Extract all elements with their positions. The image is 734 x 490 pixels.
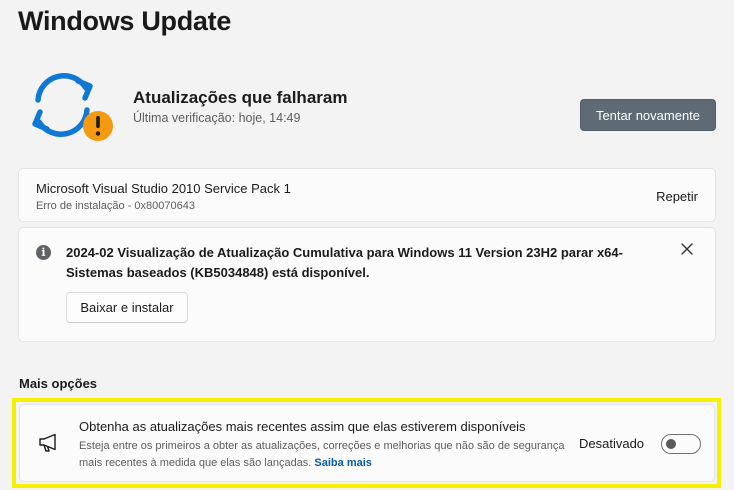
megaphone-icon xyxy=(38,433,60,453)
info-icon: i xyxy=(36,245,51,260)
repeat-link[interactable]: Repetir xyxy=(656,189,698,204)
windows-update-page: Windows Update Atualizações que falharam… xyxy=(0,0,734,490)
status-title: Atualizações que falharam xyxy=(133,88,348,107)
optional-update-text: 2024-02 Visualização de Atualização Cumu… xyxy=(66,245,623,280)
failed-update-error: Erro de instalação - 0x80070643 xyxy=(36,200,195,212)
toggle-knob xyxy=(666,439,676,449)
download-install-button[interactable]: Baixar e instalar xyxy=(66,292,188,323)
option-description: Esteja entre os primeiros a obter as atu… xyxy=(79,438,569,472)
learn-more-link[interactable]: Saiba mais xyxy=(314,457,371,469)
more-options-heading: Mais opções xyxy=(19,376,98,391)
optional-update-banner: i 2024-02 Visualização de Atualização Cu… xyxy=(18,227,716,342)
close-icon[interactable] xyxy=(678,240,696,258)
sync-warning-icon xyxy=(28,66,118,146)
toggle-state-label: Desativado xyxy=(579,436,645,451)
latest-updates-option[interactable]: Obtenha as atualizações mais recentes as… xyxy=(19,404,715,482)
retry-button[interactable]: Tentar novamente xyxy=(580,99,716,131)
latest-updates-toggle[interactable] xyxy=(661,434,701,454)
page-title: Windows Update xyxy=(18,6,232,36)
last-checked-text: Última verificação: hoje, 14:49 xyxy=(133,111,301,125)
failed-update-name: Microsoft Visual Studio 2010 Service Pac… xyxy=(36,181,291,196)
failed-update-item: Microsoft Visual Studio 2010 Service Pac… xyxy=(18,168,716,222)
option-title: Obtenha as atualizações mais recentes as… xyxy=(79,419,526,434)
